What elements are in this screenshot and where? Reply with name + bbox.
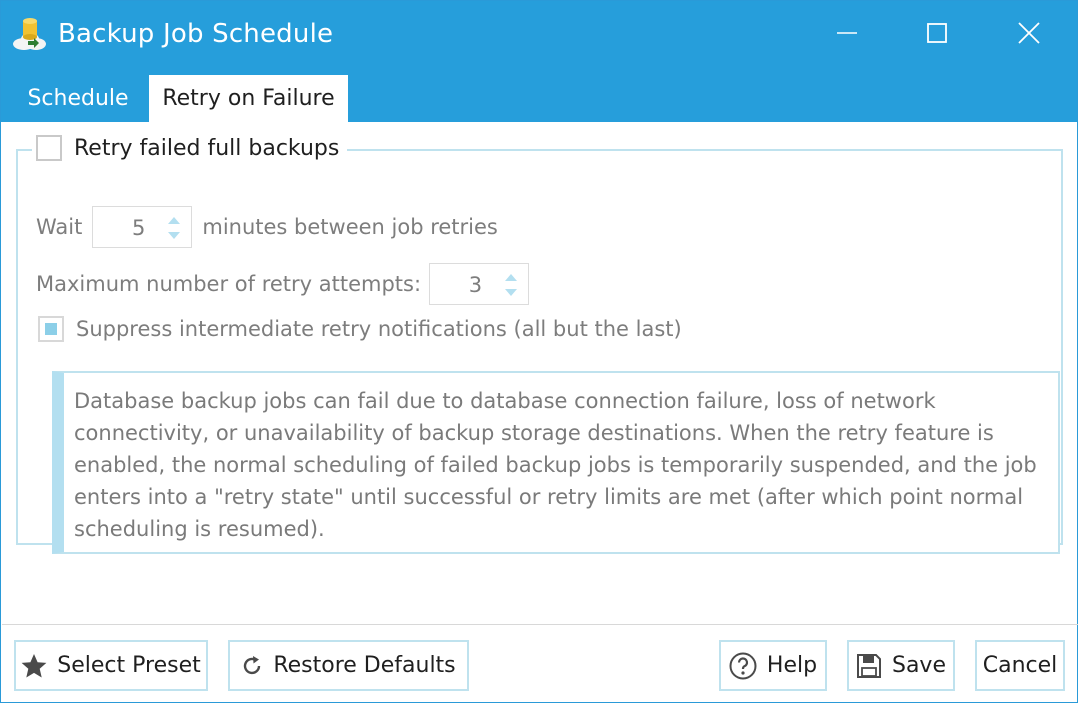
- max-attempts-stepper[interactable]: 3: [429, 263, 530, 305]
- retry-enable-toggle[interactable]: Retry failed full backups: [32, 132, 348, 164]
- wait-row: Wait 5 minutes between job retries: [36, 206, 498, 248]
- database-backup-icon: [13, 18, 46, 50]
- restore-defaults-button[interactable]: Restore Defaults: [228, 640, 469, 691]
- select-preset-button[interactable]: Select Preset: [14, 640, 208, 691]
- suppress-notifications-row[interactable]: Suppress intermediate retry notification…: [38, 316, 682, 342]
- close-button[interactable]: [981, 1, 1077, 65]
- minimize-icon: [837, 32, 857, 34]
- wait-suffix-label: minutes between job retries: [202, 215, 498, 239]
- retry-settings-group: Wait 5 minutes between job retries Maxim…: [16, 149, 1063, 554]
- title-bar[interactable]: Backup Job Schedule Schedule Retry on Fa…: [1, 1, 1077, 122]
- save-label: Save: [891, 653, 946, 678]
- cancel-label: Cancel: [982, 653, 1058, 678]
- tab-retry-on-failure[interactable]: Retry on Failure: [149, 75, 348, 122]
- restore-defaults-label: Restore Defaults: [273, 653, 456, 678]
- wait-minutes-value: 5: [131, 216, 146, 240]
- stepper-down-icon[interactable]: [167, 231, 181, 241]
- retry-info-text: Database backup jobs can fail due to dat…: [74, 389, 1037, 541]
- help-button[interactable]: Help: [719, 640, 827, 691]
- wait-prefix-label: Wait: [36, 215, 83, 239]
- cancel-button[interactable]: Cancel: [975, 640, 1065, 691]
- close-icon: [1018, 22, 1040, 44]
- suppress-notifications-label: Suppress intermediate retry notification…: [76, 317, 682, 341]
- stepper-down-icon[interactable]: [504, 288, 518, 298]
- max-attempts-value: 3: [468, 273, 483, 297]
- backup-job-schedule-window: Backup Job Schedule Schedule Retry on Fa…: [0, 0, 1078, 703]
- suppress-notifications-checkbox[interactable]: [38, 316, 64, 342]
- window-title: Backup Job Schedule: [58, 19, 334, 49]
- retry-tab-panel: Wait 5 minutes between job retries Maxim…: [2, 122, 1078, 702]
- select-preset-label: Select Preset: [57, 653, 201, 678]
- maximize-icon: [927, 23, 947, 43]
- stepper-up-icon[interactable]: [167, 215, 181, 225]
- maximize-button[interactable]: [889, 1, 985, 65]
- stepper-up-icon[interactable]: [504, 272, 518, 282]
- wait-minutes-stepper[interactable]: 5: [92, 206, 193, 248]
- save-icon: [856, 653, 881, 678]
- max-attempts-row: Maximum number of retry attempts: 3: [36, 263, 530, 305]
- tab-schedule[interactable]: Schedule: [9, 75, 147, 122]
- help-label: Help: [766, 653, 818, 678]
- max-attempts-label: Maximum number of retry attempts:: [36, 272, 422, 296]
- retry-info-panel: Database backup jobs can fail due to dat…: [52, 371, 1060, 554]
- help-icon: [729, 652, 757, 679]
- minimize-button[interactable]: [799, 1, 895, 65]
- star-icon: [21, 653, 47, 677]
- refresh-icon: [244, 655, 261, 674]
- save-button[interactable]: Save: [847, 640, 955, 691]
- retry-enable-checkbox[interactable]: [36, 135, 62, 161]
- retry-enable-label: Retry failed full backups: [74, 135, 340, 161]
- footer-divider: [2, 624, 1078, 625]
